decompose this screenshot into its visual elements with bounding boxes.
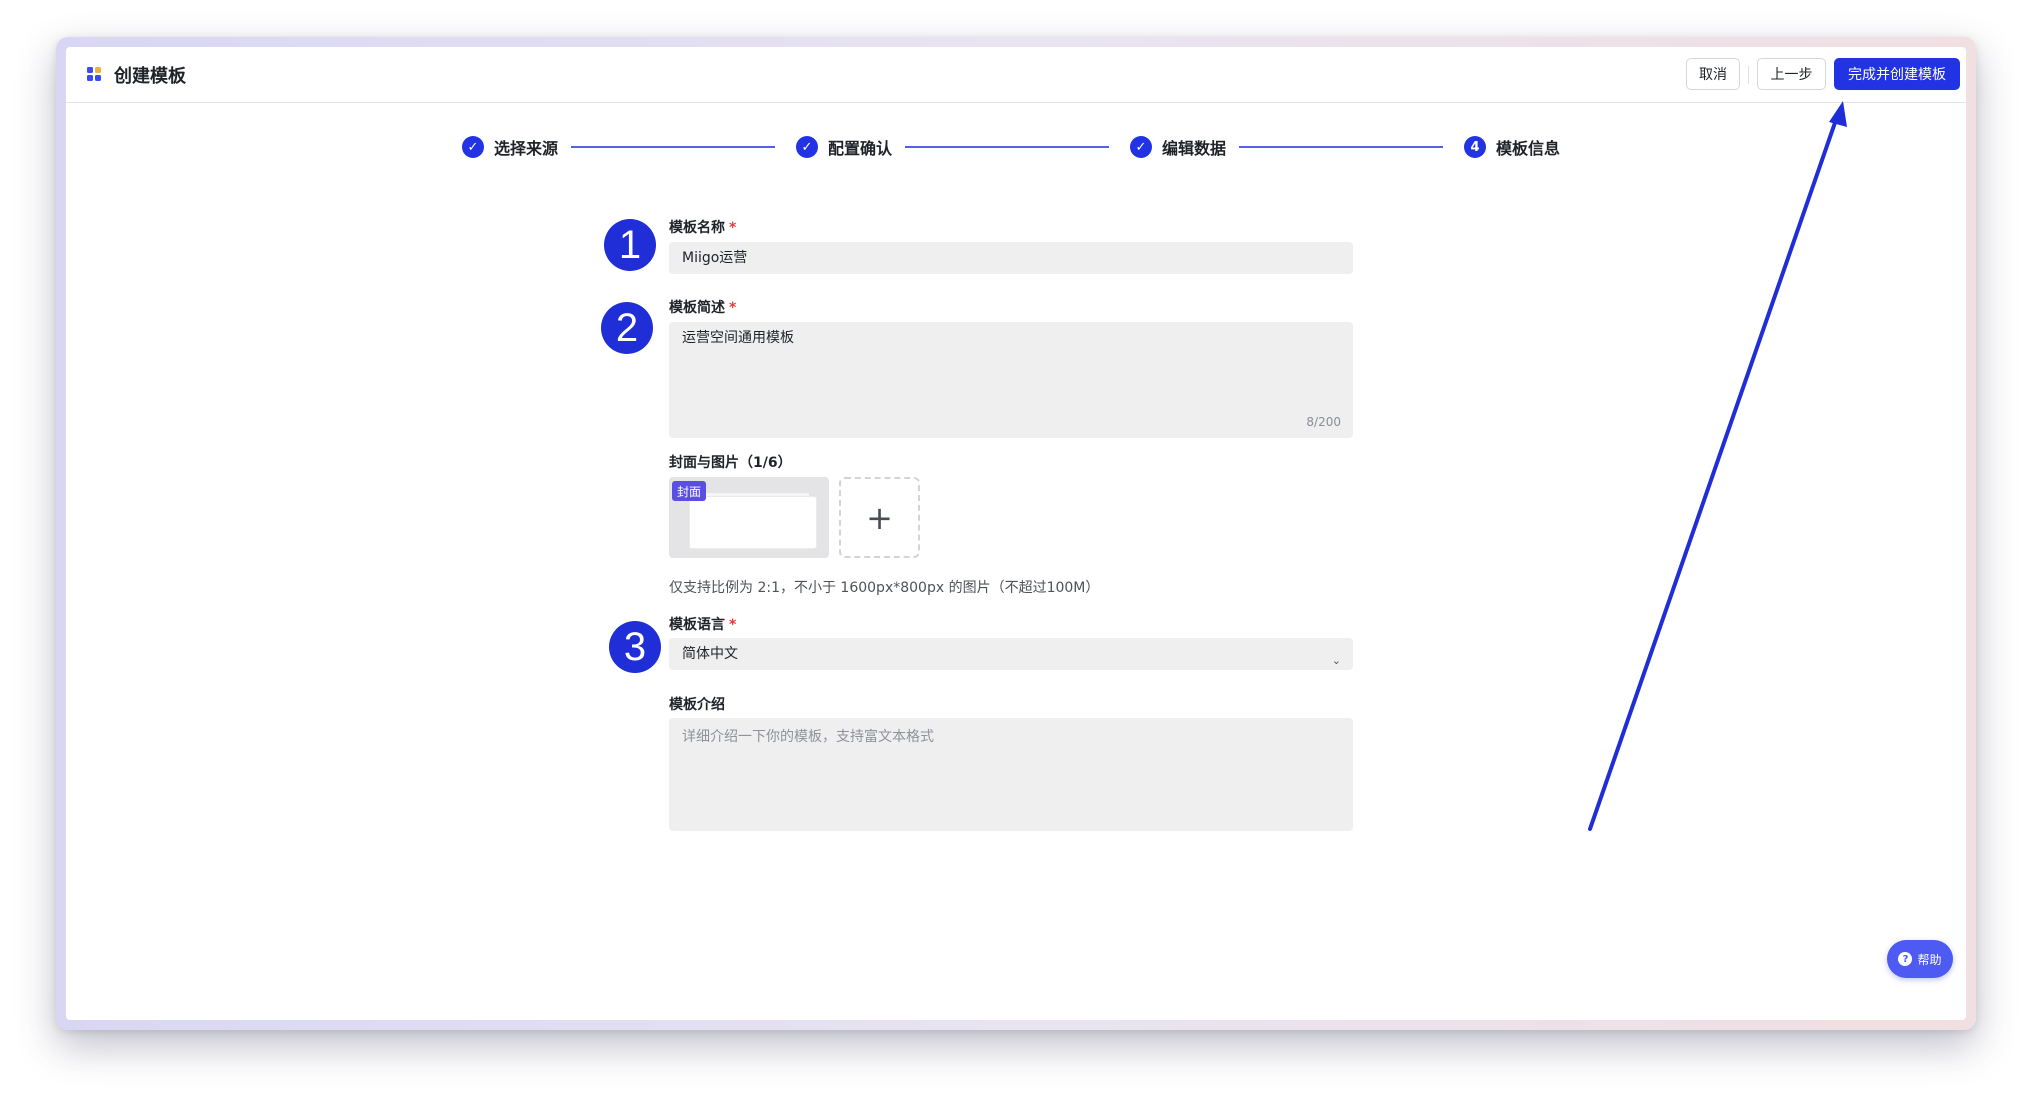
step-connector — [905, 146, 1109, 148]
template-language-label: 模板语言 * — [669, 617, 737, 633]
chevron-down-icon: ⌄ — [1331, 654, 1341, 667]
check-icon: ✓ — [1130, 136, 1152, 158]
template-description-label: 模板简述 * — [669, 300, 737, 316]
step-template-info: 4 模板信息 — [1464, 135, 1560, 159]
check-icon: ✓ — [796, 136, 818, 158]
page-title: 创建模板 — [114, 66, 186, 87]
cancel-button[interactable]: 取消 — [1686, 58, 1740, 90]
question-icon: ? — [1898, 952, 1913, 966]
step-connector — [571, 146, 775, 148]
step-label: 选择来源 — [494, 139, 559, 158]
image-requirements-hint: 仅支持比例为 2:1，不小于 1600px*800px 的图片（不超过100M） — [669, 580, 1100, 596]
step-select-source: ✓ 选择来源 — [462, 135, 558, 159]
step-number-badge: 4 — [1464, 136, 1486, 158]
app-logo-icon — [87, 67, 103, 83]
template-name-input[interactable]: Miigo运营 — [669, 242, 1353, 274]
header-bar: 创建模板 取消 上一步 完成并创建模板 — [66, 47, 1966, 103]
help-label: 帮助 — [1917, 952, 1942, 967]
create-template-window: 创建模板 取消 上一步 完成并创建模板 ✓ 选择来源 ✓ 配置确认 ✓ 编辑数据 — [66, 47, 1966, 1020]
step-label: 模板信息 — [1496, 139, 1561, 158]
template-language-select[interactable]: 简体中文 ⌄ — [669, 638, 1353, 670]
step-label: 编辑数据 — [1162, 139, 1227, 158]
annotation-marker-1: 1 — [604, 219, 656, 271]
cover-image-thumbnail[interactable]: 封面 — [669, 477, 829, 558]
annotation-marker-3: 3 — [609, 621, 661, 673]
app-frame: 创建模板 取消 上一步 完成并创建模板 ✓ 选择来源 ✓ 配置确认 ✓ 编辑数据 — [56, 37, 1976, 1030]
step-progress: ✓ 选择来源 ✓ 配置确认 ✓ 编辑数据 4 模板信息 — [462, 135, 1572, 159]
header-divider — [1748, 66, 1749, 84]
intro-placeholder: 详细介绍一下你的模板，支持富文本格式 — [682, 729, 934, 745]
cover-images-label: 封面与图片（1/6） — [669, 455, 792, 471]
template-name-label: 模板名称 * — [669, 220, 737, 236]
template-intro-editor[interactable]: 详细介绍一下你的模板，支持富文本格式 — [669, 718, 1353, 831]
language-value: 简体中文 — [682, 646, 738, 662]
cover-tag: 封面 — [672, 481, 707, 501]
finish-create-template-button[interactable]: 完成并创建模板 — [1834, 58, 1960, 90]
annotation-marker-2: 2 — [601, 302, 653, 354]
plus-icon: + — [866, 498, 893, 537]
template-intro-label: 模板介绍 — [669, 697, 725, 713]
char-counter: 8/200 — [1306, 415, 1341, 429]
previous-step-button[interactable]: 上一步 — [1757, 58, 1826, 90]
step-edit-data: ✓ 编辑数据 — [1130, 135, 1226, 159]
check-icon: ✓ — [462, 136, 484, 158]
help-button[interactable]: ? 帮助 — [1887, 940, 1953, 978]
step-config-confirm: ✓ 配置确认 — [796, 135, 892, 159]
step-label: 配置确认 — [828, 139, 893, 158]
add-image-button[interactable]: + — [839, 477, 920, 558]
description-text: 运营空间通用模板 — [682, 330, 794, 346]
step-connector — [1239, 146, 1443, 148]
template-description-textarea[interactable]: 运营空间通用模板 8/200 — [669, 322, 1353, 438]
cover-preview — [690, 497, 816, 548]
